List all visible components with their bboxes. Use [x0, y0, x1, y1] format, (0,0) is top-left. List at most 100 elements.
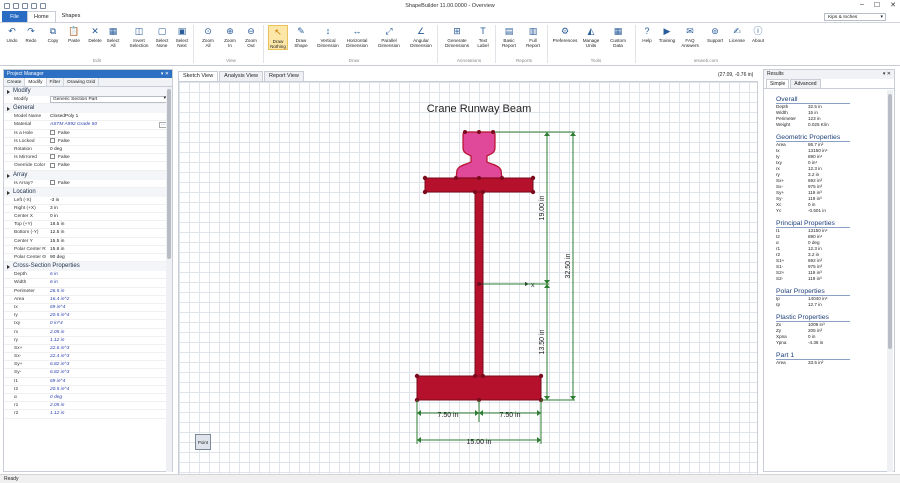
ribbon-button-zoom-in[interactable]: ⊕ Zoom In: [222, 25, 238, 48]
ribbon-button-help[interactable]: ? Help: [640, 25, 654, 43]
ribbon-button-zoom-all[interactable]: ⊙ Zoom All: [200, 25, 216, 48]
left-half-dim[interactable]: 7.50 in: [437, 412, 458, 419]
property-row[interactable]: Polar Center R 15.8 in: [4, 246, 172, 254]
ribbon-button-paste[interactable]: 📋 Paste: [66, 25, 82, 43]
property-row[interactable]: Sx+ 22.6 in^3: [4, 345, 172, 354]
ribbon-button-copy[interactable]: ⧉ Copy: [46, 25, 60, 43]
property-row[interactable]: r2 1.12 in: [4, 410, 172, 419]
minimize-icon[interactable]: –: [860, 1, 864, 9]
upper-vertical-dim[interactable]: 19.00 in: [539, 195, 546, 220]
property-row[interactable]: Area 16.4 in^2: [4, 296, 172, 304]
checkbox[interactable]: [50, 162, 55, 168]
section-cross-section[interactable]: Cross-Section Properties: [4, 262, 172, 272]
units-dropdown[interactable]: Kips & Inches: [824, 13, 886, 21]
property-row[interactable]: ry 1.12 in: [4, 337, 172, 345]
property-row[interactable]: Perimeter 26.5 in: [4, 288, 172, 296]
property-value[interactable]: 0 in: [50, 213, 172, 220]
ribbon-button-select-next[interactable]: ▣ Select Next: [174, 25, 190, 48]
property-value[interactable]: ClosedPoly 1: [50, 113, 172, 120]
section-location[interactable]: Location: [4, 187, 172, 197]
checkbox[interactable]: [50, 137, 55, 143]
property-value[interactable]: False: [50, 129, 172, 137]
property-row[interactable]: Model Name ClosedPoly 1: [4, 113, 172, 122]
tab-analysis-view[interactable]: Analysis View: [219, 71, 264, 81]
checkbox[interactable]: [50, 154, 55, 160]
property-value[interactable]: 20.5 in^4: [50, 312, 172, 319]
property-value[interactable]: 0 deg: [50, 146, 172, 153]
ribbon-button-zoom-out[interactable]: ⊖ Zoom Out: [243, 25, 259, 48]
property-row[interactable]: Top (+Y) 18.5 in: [4, 221, 172, 230]
property-row[interactable]: rx 2.05 in: [4, 329, 172, 337]
panel-pin-icon[interactable]: ▾ ✕: [161, 70, 169, 78]
property-row[interactable]: Depth 6 in: [4, 271, 172, 280]
property-value[interactable]: ASTM A992 Grade 50…: [50, 121, 172, 129]
property-value[interactable]: False: [50, 162, 172, 169]
point-button[interactable]: Point: [195, 434, 211, 450]
ribbon-button-angular-dimension[interactable]: ∠ Angular Dimension: [407, 25, 435, 48]
property-value[interactable]: 3 in: [50, 205, 172, 212]
property-value[interactable]: 69 in^4: [50, 304, 172, 311]
ribbon-button-license[interactable]: ✍ License: [727, 25, 747, 43]
checkbox[interactable]: [50, 179, 55, 185]
property-value[interactable]: 26.5 in: [50, 288, 172, 295]
property-value[interactable]: 90 deg: [50, 254, 172, 261]
ribbon-button-preferences[interactable]: ⚙ Preferences: [552, 25, 578, 43]
ribbon-button-custom-data[interactable]: ▦ Custom Data: [607, 25, 629, 48]
property-row[interactable]: Rotation 0 deg: [4, 146, 172, 155]
ribbon-button-full-report[interactable]: ▥ Full Report: [524, 25, 542, 48]
tab-drawing-grid[interactable]: Drawing Grid: [64, 78, 100, 86]
sketch-canvas[interactable]: Crane Runway Beam x 19.00 in 32.50 in 13…: [178, 81, 758, 475]
ribbon-button-text-label[interactable]: T Text Label: [474, 25, 492, 48]
panel-pin-icon[interactable]: ▾ ✕: [883, 70, 891, 79]
ribbon-button-about[interactable]: ⓘ About: [749, 25, 767, 43]
section-modify[interactable]: Modify: [4, 87, 172, 96]
ribbon-button-manage-units[interactable]: ◭ Manage Units: [580, 25, 602, 48]
ribbon-button-horizontal-dimension[interactable]: ↔ Horizontal Dimension: [343, 25, 371, 48]
ribbon-button-delete[interactable]: ✕ Delete: [87, 25, 103, 43]
ribbon-button-invert-selection[interactable]: ◫ Invert Selection: [128, 25, 150, 48]
tab-sketch-view[interactable]: Sketch View: [178, 71, 219, 81]
property-row[interactable]: Is Locked False: [4, 137, 172, 146]
property-row[interactable]: Is Mirrored False: [4, 154, 172, 163]
property-value[interactable]: 12.5 in: [50, 229, 172, 236]
checkbox[interactable]: [50, 129, 55, 135]
top-flange[interactable]: [424, 177, 534, 193]
ribbon-button-vertical-dimension[interactable]: ↕ Vertical Dimension: [316, 25, 340, 48]
ribbon-button-support[interactable]: ⊚ Support: [705, 25, 725, 43]
tab-filter[interactable]: Filter: [47, 78, 65, 86]
property-value[interactable]: 1.12 in: [50, 410, 172, 417]
property-value[interactable]: 0 in^4: [50, 320, 172, 327]
property-value[interactable]: 15.5 in: [50, 238, 172, 245]
property-value[interactable]: 15.8 in: [50, 246, 172, 253]
ribbon-button-basic-report[interactable]: ▤ Basic Report: [500, 25, 518, 48]
tab-create[interactable]: Create: [4, 78, 26, 86]
property-row[interactable]: I1 69 in^4: [4, 378, 172, 386]
property-value[interactable]: False: [50, 154, 172, 161]
ribbon-button-draw-shape[interactable]: ✎ Draw Shape: [292, 25, 310, 48]
bottom-flange[interactable]: [416, 375, 542, 401]
lower-vertical-dim[interactable]: 13.50 in: [539, 329, 546, 354]
panel-scrollbar[interactable]: [166, 87, 172, 472]
modify-type-dropdown[interactable]: Generic Section Part: [50, 96, 168, 103]
property-value[interactable]: 2.05 in: [50, 329, 172, 336]
tab-simple[interactable]: Simple: [766, 79, 790, 88]
property-row[interactable]: Ixy 0 in^4: [4, 320, 172, 329]
property-row[interactable]: α 0 deg: [4, 394, 172, 403]
ribbon-button-parallel-dimension[interactable]: ⤢ Parallel Dimension: [376, 25, 402, 48]
property-row[interactable]: Right (+X) 3 in: [4, 205, 172, 214]
property-value[interactable]: 20.5 in^4: [50, 386, 172, 393]
property-value[interactable]: 16.4 in^2: [50, 296, 172, 303]
property-row[interactable]: Is a Hole False: [4, 129, 172, 138]
property-value[interactable]: -3 in: [50, 197, 172, 204]
property-value[interactable]: 22.4 in^3: [50, 353, 172, 360]
ribbon-button-training[interactable]: ▶ Training: [657, 25, 677, 43]
property-row[interactable]: Center Y 15.5 in: [4, 238, 172, 246]
property-value[interactable]: 6 in: [50, 271, 172, 278]
right-half-dim[interactable]: 7.50 in: [499, 412, 520, 419]
property-row[interactable]: Is Array? False: [4, 179, 172, 188]
close-icon[interactable]: ✕: [890, 1, 896, 9]
property-value[interactable]: 22.6 in^3: [50, 345, 172, 352]
property-value[interactable]: 0 deg: [50, 394, 172, 401]
property-value[interactable]: False: [50, 179, 172, 187]
tab-report-view[interactable]: Report View: [264, 71, 304, 81]
